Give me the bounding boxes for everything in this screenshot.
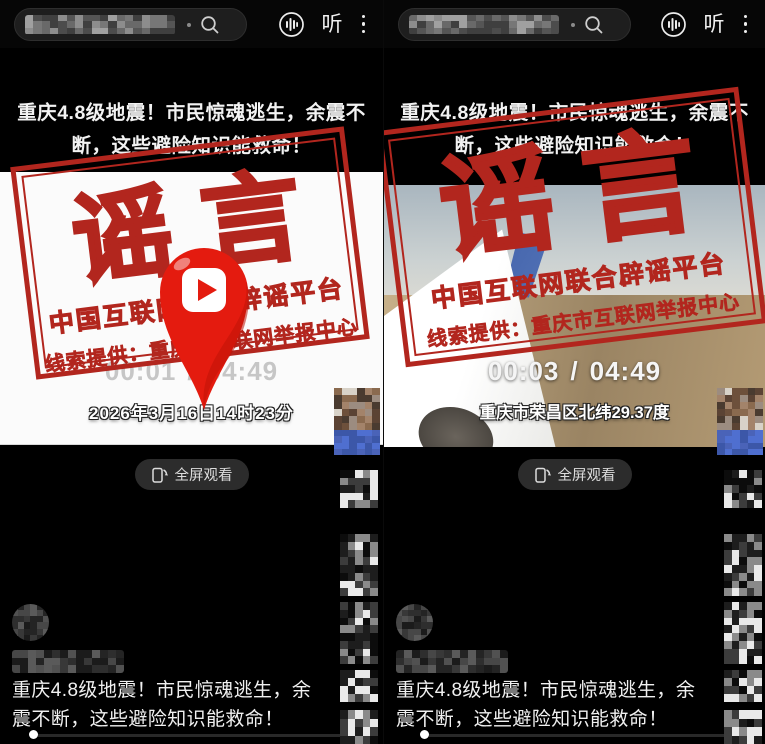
- top-bar: 听: [0, 0, 383, 48]
- action-icon-mosaic[interactable]: [340, 710, 378, 744]
- fullscreen-label: 全屏观看: [175, 464, 233, 485]
- rumor-stamp: 谣言 中国互联网联合辟谣平台 线索提供：重庆市互联网举报中心: [383, 87, 765, 368]
- progress-bar[interactable]: [36, 734, 375, 737]
- action-icon-mosaic[interactable]: [724, 670, 762, 702]
- action-icon-mosaic[interactable]: [724, 534, 762, 596]
- voice-icon[interactable]: [278, 11, 305, 38]
- search-icon[interactable]: [583, 14, 605, 36]
- progress-handle[interactable]: [29, 730, 38, 739]
- action-icon-mosaic[interactable]: [724, 710, 762, 744]
- pixelated-avatar-overlay[interactable]: [717, 388, 763, 455]
- search-text-mosaic: [409, 15, 559, 35]
- voice-icon[interactable]: [660, 11, 687, 38]
- action-icon-mosaic[interactable]: [724, 602, 762, 664]
- uploader-name-mosaic[interactable]: [396, 650, 508, 673]
- pixelated-avatar-overlay[interactable]: [334, 388, 380, 455]
- progress-handle[interactable]: [420, 730, 429, 739]
- action-icon-mosaic[interactable]: [340, 602, 378, 664]
- separator-dot: [571, 23, 575, 27]
- rumor-stamp-org: 中国互联网联合辟谣平台: [401, 240, 757, 319]
- panel-right: 听 重庆4.8级地震！市民惊魂逃生，余震不断，这些避险知识能救命！ 谣言 中国互…: [383, 0, 765, 744]
- rotate-phone-icon: [534, 466, 551, 484]
- fullscreen-button[interactable]: 全屏观看: [135, 459, 249, 490]
- search-bar[interactable]: [398, 8, 631, 41]
- search-bar[interactable]: [14, 8, 247, 41]
- listen-button[interactable]: 听: [704, 14, 725, 35]
- uploader-avatar[interactable]: [12, 604, 49, 641]
- search-text-mosaic: [25, 15, 175, 35]
- search-icon[interactable]: [199, 14, 221, 36]
- fullscreen-label: 全屏观看: [558, 464, 616, 485]
- action-icon-mosaic[interactable]: [724, 470, 762, 508]
- action-icon-mosaic[interactable]: [340, 670, 378, 702]
- top-bar: 听: [384, 0, 765, 48]
- action-icon-mosaic[interactable]: [340, 470, 378, 508]
- kebab-menu-icon[interactable]: [742, 11, 750, 38]
- play-pin-icon[interactable]: [150, 238, 258, 416]
- current-time: 00:03: [488, 356, 560, 386]
- progress-bar[interactable]: [428, 734, 757, 737]
- fullscreen-button[interactable]: 全屏观看: [518, 459, 632, 490]
- separator-dot: [187, 23, 191, 27]
- duration: 04:49: [590, 356, 662, 386]
- uploader-avatar[interactable]: [396, 604, 433, 641]
- video-overlay-caption: 重庆市荣昌区北纬29.37度: [384, 399, 765, 423]
- rotate-phone-icon: [151, 466, 168, 484]
- panel-left: 听 重庆4.8级地震！市民惊魂逃生，余震不断，这些避险知识能救命！ 谣言 中国互…: [0, 0, 383, 744]
- bottom-video-caption: 重庆4.8级地震！市民惊魂逃生，余震不断，这些避险知识能救命！: [12, 676, 325, 734]
- uploader-name-mosaic[interactable]: [12, 650, 124, 673]
- listen-button[interactable]: 听: [322, 14, 343, 35]
- rumor-stamp-word: 谣言: [385, 114, 751, 279]
- bottom-video-caption: 重庆4.8级地震！市民惊魂逃生，余震不断，这些避险知识能救命！: [396, 676, 707, 734]
- action-icon-mosaic[interactable]: [340, 534, 378, 596]
- kebab-menu-icon[interactable]: [360, 11, 368, 38]
